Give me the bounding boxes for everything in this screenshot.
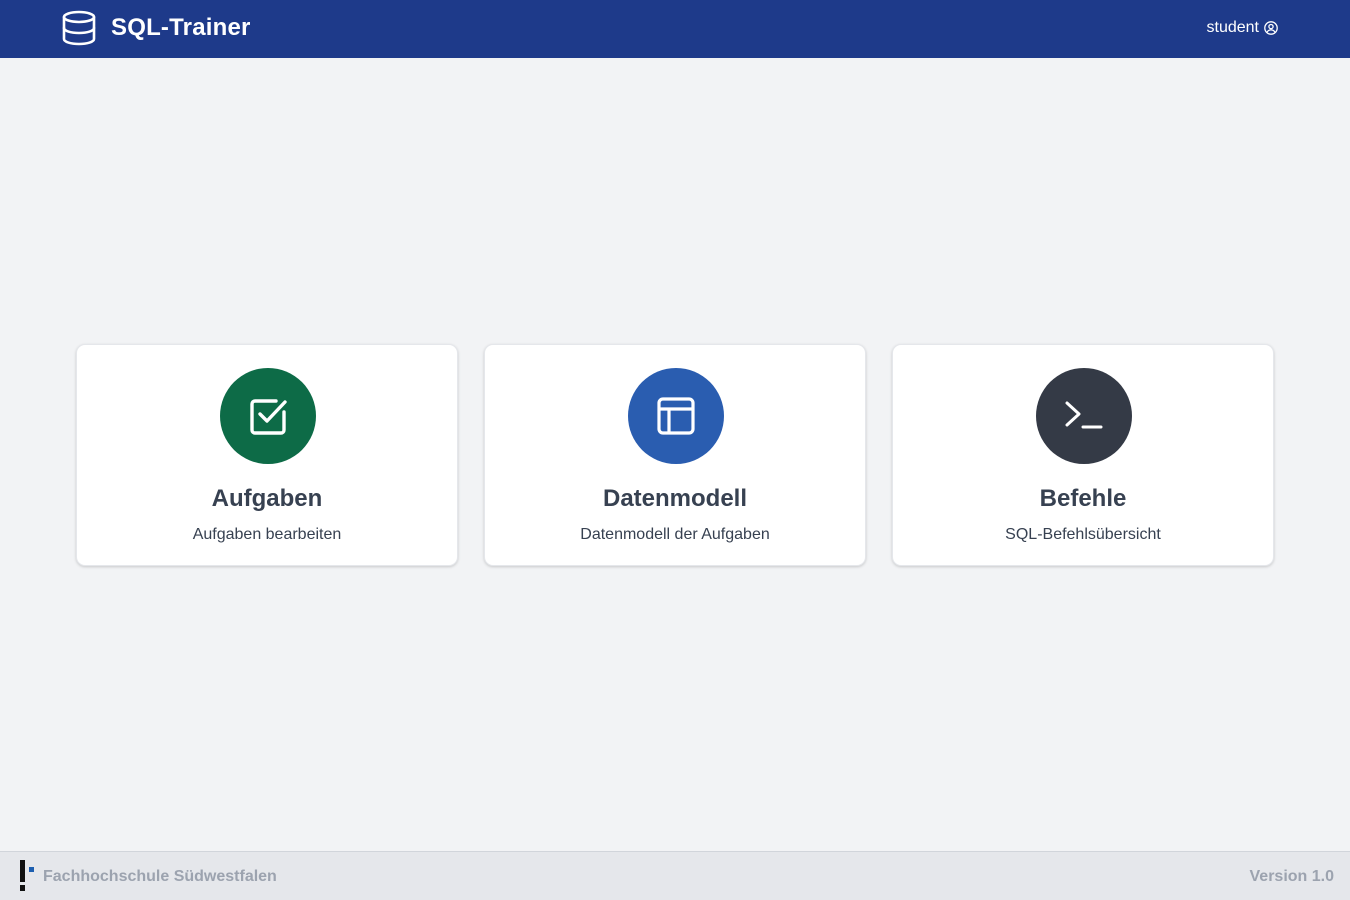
card-icon-circle [220, 368, 316, 464]
checkbox-icon [250, 399, 287, 435]
card-icon-circle [628, 368, 724, 464]
top-navigation-bar: SQL-Trainer student [0, 0, 1350, 58]
table-layout-icon [657, 397, 695, 435]
version-label: Version 1.0 [1249, 868, 1335, 885]
card-icon-circle [1036, 368, 1132, 464]
database-icon [62, 10, 96, 46]
app-brand-link[interactable]: SQL-Trainer [61, 10, 251, 46]
card-title: Befehle [1039, 485, 1127, 512]
organization-name: Fachhochschule Südwestfalen [43, 868, 277, 885]
card-description: SQL-Befehlsübersicht [1005, 526, 1161, 543]
card-datenmodell[interactable]: Datenmodell Datenmodell der Aufgaben [484, 344, 866, 566]
card-title: Aufgaben [211, 485, 323, 512]
card-description: Aufgaben bearbeiten [192, 526, 342, 543]
card-description: Datenmodell der Aufgaben [580, 526, 770, 543]
user-circle-icon [1264, 21, 1278, 35]
user-name: student [1206, 19, 1259, 36]
fh-logo-icon [20, 860, 34, 891]
card-title: Datenmodell [602, 485, 748, 512]
terminal-icon [1065, 401, 1103, 429]
card-aufgaben[interactable]: Aufgaben Aufgaben bearbeiten [76, 344, 458, 566]
user-menu-button[interactable]: student [1207, 19, 1278, 37]
card-befehle[interactable]: Befehle SQL-Befehlsübersicht [892, 344, 1274, 566]
page-footer: Fachhochschule Südwestfalen Version 1.0 [0, 851, 1350, 900]
app-title: SQL-Trainer [111, 14, 251, 41]
